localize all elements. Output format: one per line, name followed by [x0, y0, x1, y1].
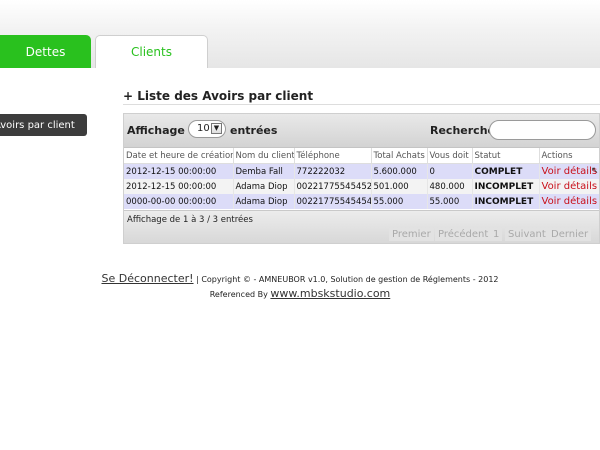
pager-first-button[interactable]: Premier: [389, 228, 434, 241]
cell-client: Adama Diop: [233, 194, 295, 209]
avoirs-table: Date et heure de création Nom du client …: [124, 148, 599, 209]
section-title: + Liste des Avoirs par client: [123, 89, 314, 103]
table-row: 0000-00-00 00:00:00 Adama Diop 002217755…: [124, 194, 599, 209]
voir-details-link[interactable]: Voir détails: [542, 166, 598, 177]
voir-details-link[interactable]: Voir détails: [542, 196, 598, 207]
column-header-actions[interactable]: Actions: [539, 148, 599, 164]
cell-owed: 55.000: [427, 194, 473, 209]
pager-last-button[interactable]: Dernier: [548, 228, 592, 241]
table-footer: Affichage de 1 à 3 / 3 entrées Premier P…: [124, 210, 599, 243]
cell-owed: 0: [427, 163, 473, 179]
studio-site-link[interactable]: www.mbskstudio.com: [270, 287, 390, 300]
column-header-total[interactable]: Total Achats: [371, 148, 428, 164]
voir-details-link[interactable]: Voir détails: [542, 181, 598, 192]
table-header-row: Date et heure de création Nom du client …: [124, 148, 599, 164]
section-divider: [123, 104, 600, 105]
page-footer-line1: Se Déconnecter! | Copyright © - AMNEUBOR…: [0, 272, 600, 285]
cell-client: Adama Diop: [233, 179, 295, 194]
table-toolbar: Affichage de 10 ▼ entrées Rechercher:: [124, 114, 599, 148]
column-header-date[interactable]: Date et heure de création: [124, 148, 234, 164]
cell-owed: 480.000: [427, 179, 473, 194]
cell-client: Demba Fall: [233, 163, 295, 179]
tab-dettes-label: Dettes: [25, 44, 66, 59]
column-header-phone[interactable]: Téléphone: [294, 148, 372, 164]
pager-current-page[interactable]: 1: [490, 228, 503, 241]
page-size-value: 10: [197, 123, 210, 134]
cell-date: 0000-00-00 00:00:00: [124, 194, 234, 209]
cell-action: Voir détails: [539, 179, 599, 194]
pager-next-button[interactable]: Suivant: [505, 228, 549, 241]
cell-status: INCOMPLET: [472, 194, 540, 209]
page-size-select[interactable]: 10 ▼: [188, 120, 226, 138]
copyright-text: | Copyright © - AMNEUBOR v1.0, Solution …: [196, 275, 499, 284]
cell-total: 55.000: [371, 194, 428, 209]
mouse-cursor-icon: ↖: [591, 166, 599, 176]
cell-phone: 00221775545452: [294, 179, 372, 194]
avoirs-table-panel: Affichage de 10 ▼ entrées Rechercher: Da…: [123, 113, 600, 244]
cell-date: 2012-12-15 00:00:00: [124, 179, 234, 194]
cell-status: COMPLET: [472, 163, 540, 179]
cell-total: 5.600.000: [371, 163, 428, 179]
column-header-owed[interactable]: Vous doit: [427, 148, 473, 164]
cell-phone: 772222032: [294, 163, 372, 179]
cell-total: 501.000: [371, 179, 428, 194]
entries-label: entrées: [230, 124, 278, 137]
table-row: 2012-12-15 00:00:00 Demba Fall 772222032…: [124, 163, 599, 179]
pagination-info: Affichage de 1 à 3 / 3 entrées: [127, 215, 253, 225]
cell-action: Voir détails: [539, 194, 599, 209]
cell-date: 2012-12-15 00:00:00: [124, 163, 234, 179]
column-header-client[interactable]: Nom du client: [233, 148, 295, 164]
table-row: 2012-12-15 00:00:00 Adama Diop 002217755…: [124, 179, 599, 194]
sidebar-item-avoirs-par-client[interactable]: Avoirs par client: [0, 114, 87, 136]
chevron-down-icon: ▼: [211, 123, 222, 134]
pager-previous-button[interactable]: Précédent: [435, 228, 492, 241]
column-header-status[interactable]: Statut: [472, 148, 540, 164]
tab-clients[interactable]: Clients: [95, 35, 208, 68]
tab-dettes[interactable]: Dettes: [0, 35, 91, 68]
referenced-by-text: Referenced By: [209, 290, 268, 299]
cell-phone: 00221775545454: [294, 194, 372, 209]
tab-clients-label: Clients: [131, 45, 172, 59]
sidebar-item-label: Avoirs par client: [0, 119, 75, 131]
search-input[interactable]: [489, 120, 596, 140]
cell-status: INCOMPLET: [472, 179, 540, 194]
logout-link[interactable]: Se Déconnecter!: [101, 272, 193, 285]
page-footer-line2: Referenced By www.mbskstudio.com: [0, 287, 600, 300]
